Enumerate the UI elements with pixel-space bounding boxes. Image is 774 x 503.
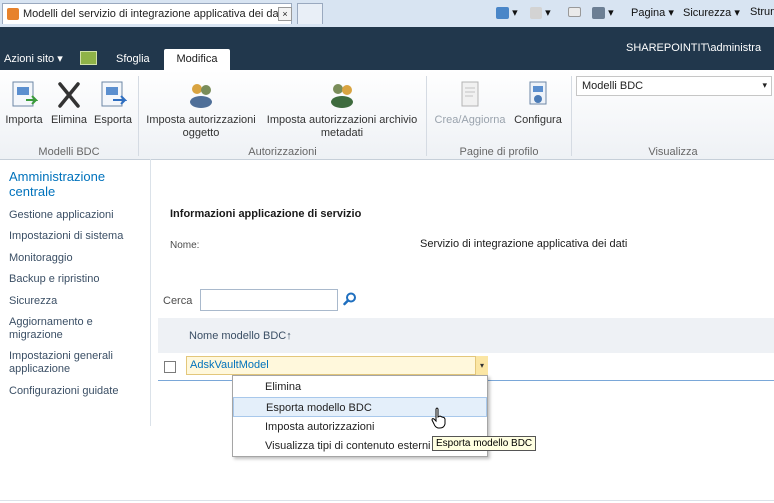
mail-icon (568, 7, 581, 18)
group-label-bdc-models: Modelli BDC (38, 146, 100, 158)
nav-item-configuration-wizards[interactable]: Configurazioni guidate (9, 385, 149, 398)
menu-item-set-permissions[interactable]: Imposta autorizzazioni (233, 417, 487, 437)
ribbon-separator (426, 76, 427, 156)
search-input[interactable] (200, 289, 338, 311)
print-dropdown-icon[interactable]: ▾ (608, 7, 614, 19)
profile-page-icon (461, 81, 479, 107)
ribbon-separator (138, 76, 139, 156)
nav-item-monitoring[interactable]: Monitoraggio (9, 252, 149, 265)
nav-heading-central-admin[interactable]: Amministrazione centrale (9, 169, 139, 199)
set-metadata-store-permissions-button[interactable]: Imposta autorizzazioni archivio metadati (262, 80, 422, 140)
name-label: Nome: (170, 240, 200, 251)
tooltip: Esporta modello BDC (432, 436, 537, 451)
nav-item-upgrade-migration[interactable]: Aggiornamento e migrazione (9, 316, 119, 342)
nav-item-application-management[interactable]: Gestione applicazioni (9, 209, 149, 222)
ribbon-separator (571, 76, 572, 156)
footer-divider (0, 500, 774, 501)
browser-tab-title: Modelli del servizio di integrazione app… (23, 8, 285, 20)
view-select-value: Modelli BDC (582, 80, 644, 92)
delete-button[interactable]: Elimina (49, 80, 89, 127)
nav-item-general-settings[interactable]: Impostazioni generali applicazione (9, 350, 139, 376)
rss-feed-icon (530, 7, 542, 20)
bdc-model-link[interactable]: AdskVaultModel (190, 359, 269, 371)
page-menu-dropdown-icon: ▾ (668, 7, 674, 19)
new-tab-button[interactable] (297, 3, 323, 24)
name-value: Servizio di integrazione applicativa dei… (420, 238, 628, 250)
set-object-permissions-label: Imposta autorizzazioni oggetto (146, 114, 256, 139)
column-header-bdc-model-name[interactable]: Nome modello BDC↑ (189, 330, 292, 342)
configure-label: Configura (514, 114, 562, 126)
feeds-dropdown-icon[interactable]: ▾ (545, 7, 551, 19)
menu-item-export-bdc-model[interactable]: Esporta modello BDC (233, 397, 487, 417)
user-menu[interactable]: SHAREPOINTIT\administra (626, 42, 761, 54)
security-menu-label: Sicurezza (683, 7, 732, 19)
export-button[interactable]: Esporta (92, 80, 134, 127)
browser-tab-bar: Modelli del servizio di integrazione app… (0, 0, 774, 28)
create-update-label: Crea/Aggiorna (434, 114, 506, 126)
import-icon (12, 81, 38, 107)
search-icon[interactable] (343, 292, 357, 306)
tab-browse[interactable]: Sfoglia (116, 53, 150, 65)
row-menu-chevron-down-icon[interactable]: ▾ (475, 356, 488, 375)
group-label-view: Visualizza (648, 146, 698, 158)
read-mail-button[interactable] (568, 6, 581, 18)
group-label-profile-pages: Pagine di profilo (459, 146, 539, 158)
row-checkbox[interactable] (164, 361, 176, 373)
set-object-permissions-button[interactable]: Imposta autorizzazioni oggetto (143, 80, 259, 140)
print-button[interactable]: ▾ (592, 6, 614, 20)
close-tab-icon[interactable]: × (278, 7, 292, 21)
nav-item-security[interactable]: Sicurezza (9, 295, 149, 308)
import-label: Importa (5, 114, 43, 126)
menu-item-delete[interactable]: Elimina (233, 377, 487, 397)
section-title: Informazioni applicazione di servizio (170, 208, 362, 220)
view-select[interactable]: Modelli BDC ▾ (576, 76, 772, 96)
feeds-button[interactable]: ▾ (530, 6, 551, 20)
security-menu-dropdown-icon: ▾ (734, 7, 740, 19)
nav-item-system-settings[interactable]: Impostazioni di sistema (9, 230, 149, 243)
home-dropdown-icon[interactable]: ▾ (512, 7, 518, 19)
table-cell-selected[interactable]: AdskVaultModel (186, 356, 488, 375)
import-button[interactable]: Importa (3, 80, 45, 127)
export-icon (101, 81, 127, 107)
browser-tab-active[interactable]: Modelli del servizio di integrazione app… (2, 3, 292, 24)
page-menu-label: Pagina (631, 7, 666, 19)
nav-item-backup-restore[interactable]: Backup e ripristino (9, 273, 149, 286)
security-menu[interactable]: Sicurezza ▾ (683, 6, 740, 19)
site-actions-menu[interactable]: Azioni sito ▾ (4, 52, 63, 65)
sharepoint-favicon-icon (7, 8, 19, 20)
tools-menu[interactable]: Strum (750, 6, 774, 18)
delete-x-icon (58, 82, 80, 108)
configure-icon (529, 81, 547, 105)
navigate-up-icon[interactable] (80, 51, 97, 65)
page-menu[interactable]: Pagina ▾ (631, 6, 674, 19)
set-metadata-store-permissions-label: Imposta autorizzazioni archivio metadati (266, 114, 418, 139)
chevron-down-icon: ▾ (762, 80, 767, 90)
search-label: Cerca (163, 295, 193, 307)
create-update-button[interactable]: Crea/Aggiorna (430, 80, 510, 127)
users-permissions-icon (190, 84, 212, 108)
tab-edit[interactable]: Modifica (164, 49, 230, 70)
delete-label: Elimina (50, 114, 88, 126)
group-label-permissions: Autorizzazioni (248, 146, 317, 158)
home-button[interactable]: ▾ (496, 6, 518, 20)
hand-cursor-icon (431, 407, 446, 429)
export-label: Esporta (94, 114, 132, 126)
tools-menu-label: Strum (750, 6, 774, 18)
configure-button[interactable]: Configura (510, 80, 566, 127)
print-icon (592, 7, 605, 20)
users-store-permissions-icon (331, 84, 353, 108)
home-icon (496, 7, 509, 20)
